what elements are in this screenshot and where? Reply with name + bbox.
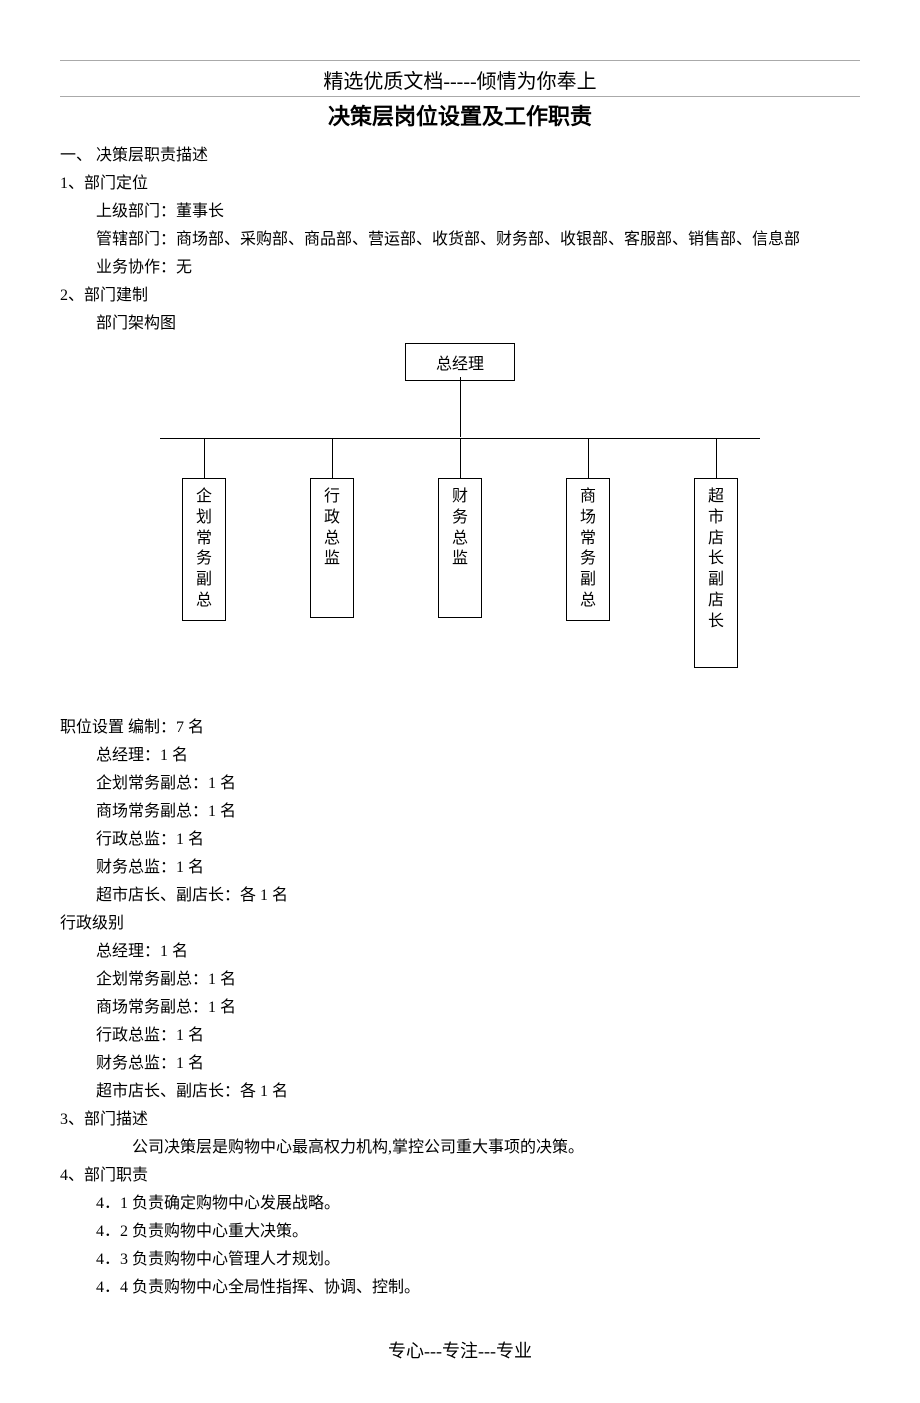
section-1-title: 一、 决策层职责描述 — [60, 141, 860, 165]
org-connector-branch — [332, 438, 333, 478]
org-box-finance-director: 财 务 总 监 — [438, 478, 482, 618]
position-admin-director: 行政总监：1 名 — [96, 825, 860, 849]
duty-4-4: 4．4 负责购物中心全局性指挥、协调、控制。 — [96, 1273, 860, 1297]
duty-4-1: 4．1 负责确定购物中心发展战略。 — [96, 1189, 860, 1213]
org-connector-vertical — [460, 377, 461, 437]
section-1-2: 2、部门建制 — [60, 281, 860, 305]
level-store-manager: 超市店长、副店长：各 1 名 — [96, 1077, 860, 1101]
section-1-1: 1、部门定位 — [60, 169, 860, 193]
org-connector-branch — [716, 438, 717, 478]
org-branch-2: 行 政 总 监 — [268, 438, 396, 668]
duty-4-2: 4．2 负责购物中心重大决策。 — [96, 1217, 860, 1241]
position-finance-director: 财务总监：1 名 — [96, 853, 860, 877]
position-mall-vp: 商场常务副总：1 名 — [96, 797, 860, 821]
admin-level-title: 行政级别 — [60, 909, 860, 933]
org-branch-1: 企 划 常 务 副 总 — [140, 438, 268, 668]
org-box-planning-vp: 企 划 常 务 副 总 — [182, 478, 226, 621]
org-connector-branch — [204, 438, 205, 478]
position-store-manager: 超市店长、副店长：各 1 名 — [96, 881, 860, 905]
level-finance-director: 财务总监：1 名 — [96, 1049, 860, 1073]
org-root-box: 总经理 — [405, 343, 515, 381]
level-gm: 总经理：1 名 — [96, 937, 860, 961]
dept-superior: 上级部门：董事长 — [96, 197, 860, 221]
dept-coop: 业务协作：无 — [96, 253, 860, 277]
org-chart-label: 部门架构图 — [96, 309, 860, 333]
org-chart: 总经理 企 划 常 务 副 总 行 政 总 监 — [110, 343, 810, 693]
level-planning-vp: 企划常务副总：1 名 — [96, 965, 860, 989]
duty-4-3: 4．3 负责购物中心管理人才规划。 — [96, 1245, 860, 1269]
header-watermark: 精选优质文档-----倾情为你奉上 — [60, 65, 860, 97]
section-1-3: 3、部门描述 — [60, 1105, 860, 1129]
org-box-supermarket-manager: 超 市 店 长 副 店 长 — [694, 478, 738, 668]
footer-text: 专心---专注---专业 — [60, 1337, 860, 1363]
position-gm: 总经理：1 名 — [96, 741, 860, 765]
org-connector-branch — [588, 438, 589, 478]
section-1-4: 4、部门职责 — [60, 1161, 860, 1185]
level-admin-director: 行政总监：1 名 — [96, 1021, 860, 1045]
dept-manage: 管辖部门：商场部、采购部、商品部、营运部、收货部、财务部、收银部、客服部、销售部… — [96, 225, 860, 249]
org-branch-3: 财 务 总 监 — [396, 438, 524, 668]
position-planning-vp: 企划常务副总：1 名 — [96, 769, 860, 793]
org-box-admin-director: 行 政 总 监 — [310, 478, 354, 618]
dept-description: 公司决策层是购物中心最高权力机构,掌控公司重大事项的决策。 — [132, 1133, 860, 1157]
org-connector-branch — [460, 438, 461, 478]
org-branch-4: 商 场 常 务 副 总 — [524, 438, 652, 668]
position-setup-title: 职位设置 编制：7 名 — [60, 713, 860, 737]
document-title: 决策层岗位设置及工作职责 — [60, 99, 860, 131]
org-branch-5: 超 市 店 长 副 店 长 — [652, 438, 780, 668]
header-top-rule — [60, 60, 860, 61]
org-box-mall-vp: 商 场 常 务 副 总 — [566, 478, 610, 621]
org-branches: 企 划 常 务 副 总 行 政 总 监 财 务 总 监 — [110, 438, 810, 668]
level-mall-vp: 商场常务副总：1 名 — [96, 993, 860, 1017]
